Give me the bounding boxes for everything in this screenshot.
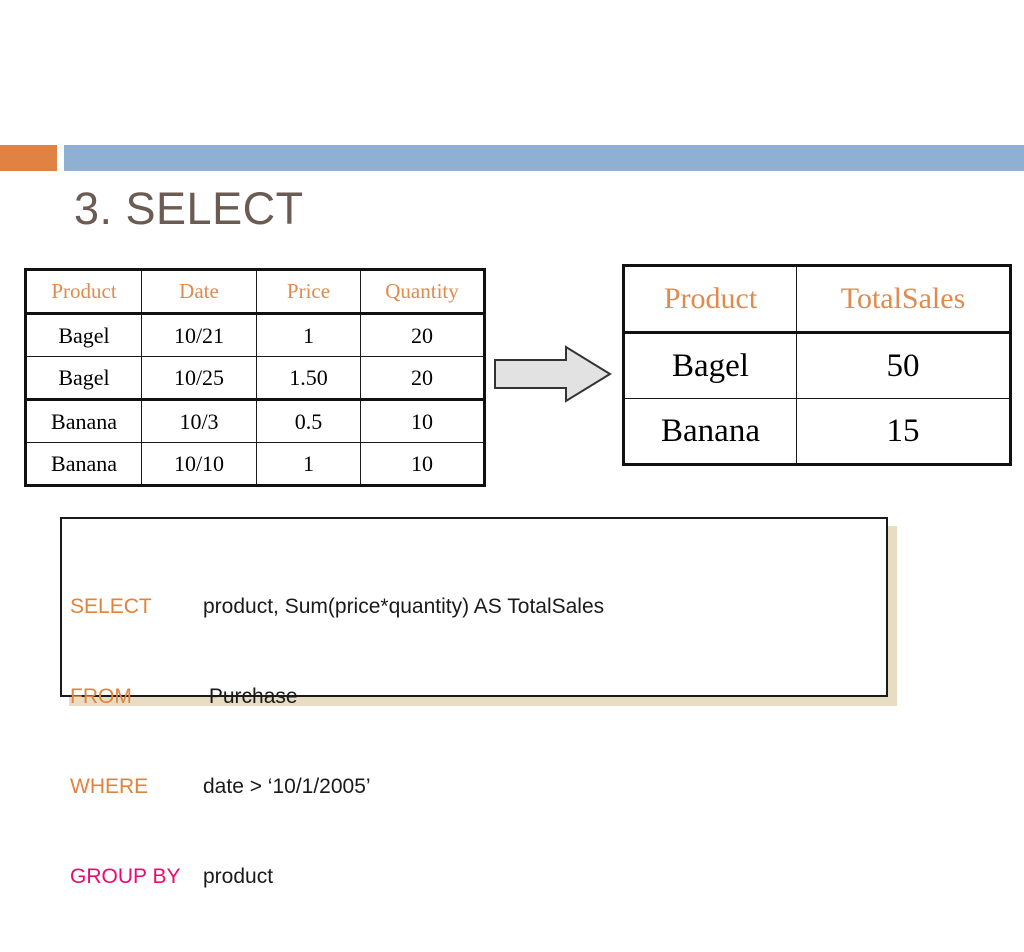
source-header-quantity: Quantity [360, 269, 485, 315]
sql-body-from: Purchase [203, 685, 298, 708]
result-header-product: Product [623, 265, 797, 334]
slide-header-decoration [0, 145, 1024, 171]
table-row: Bagel 10/21 1 20 [25, 313, 485, 357]
cell-quantity: 20 [360, 313, 485, 357]
sql-keyword-from: FROM [70, 685, 132, 708]
cell-product: Banana [623, 398, 797, 465]
sql-line-groupby: GROUP BY product [70, 862, 604, 892]
cell-date: 10/25 [141, 356, 257, 400]
sql-body-select: product, Sum(price*quantity) AS TotalSal… [203, 595, 605, 618]
sql-line-from: FROM Purchase [70, 682, 604, 712]
table-row: Bagel 50 [623, 332, 1011, 399]
source-table: Product Date Price Quantity Bagel 10/21 … [24, 268, 486, 487]
sql-keyword-where: WHERE [70, 775, 149, 798]
title-rule-bar [64, 145, 1024, 171]
source-header-date: Date [141, 269, 257, 315]
cell-quantity: 10 [360, 442, 485, 486]
table-header-row: Product TotalSales [623, 265, 1011, 334]
cell-product: Banana [25, 398, 142, 443]
sql-keyword-groupby: GROUP BY [70, 865, 181, 888]
cell-price: 0.5 [256, 398, 361, 443]
cell-product: Bagel [623, 332, 797, 399]
cell-product: Bagel [25, 356, 142, 400]
table-row: Banana 15 [623, 398, 1011, 465]
source-header-price: Price [256, 269, 361, 315]
cell-totalsales: 15 [796, 398, 1011, 465]
cell-quantity: 10 [360, 398, 485, 443]
cell-totalsales: 50 [796, 332, 1011, 399]
page-title: 3. SELECT [74, 183, 304, 234]
cell-price: 1 [256, 442, 361, 486]
cell-quantity: 20 [360, 356, 485, 400]
result-header-totalsales: TotalSales [796, 265, 1011, 334]
table-row: Banana 10/3 0.5 10 [25, 398, 485, 443]
cell-price: 1 [256, 313, 361, 357]
cell-date: 10/10 [141, 442, 257, 486]
right-block-arrow-icon [494, 344, 612, 404]
table-header-row: Product Date Price Quantity [25, 269, 485, 315]
cell-date: 10/21 [141, 313, 257, 357]
sql-line-select: SELECT product, Sum(price*quantity) AS To… [70, 592, 604, 622]
sql-line-where: WHERE date > ‘10/1/2005’ [70, 772, 604, 802]
cell-product: Bagel [25, 313, 142, 357]
cell-price: 1.50 [256, 356, 361, 400]
sql-body-where: date > ‘10/1/2005’ [203, 775, 371, 798]
cell-product: Banana [25, 442, 142, 486]
result-table: Product TotalSales Bagel 50 Banana 15 [622, 264, 1012, 466]
cell-date: 10/3 [141, 398, 257, 443]
source-header-product: Product [25, 269, 142, 315]
table-row: Banana 10/10 1 10 [25, 442, 485, 486]
accent-block [0, 145, 57, 171]
sql-query-box: SELECT product, Sum(price*quantity) AS To… [60, 517, 888, 888]
sql-query-text: SELECT product, Sum(price*quantity) AS To… [70, 532, 604, 952]
sql-body-groupby: product [203, 865, 274, 888]
sql-keyword-select: SELECT [70, 595, 152, 618]
table-row: Bagel 10/25 1.50 20 [25, 356, 485, 400]
